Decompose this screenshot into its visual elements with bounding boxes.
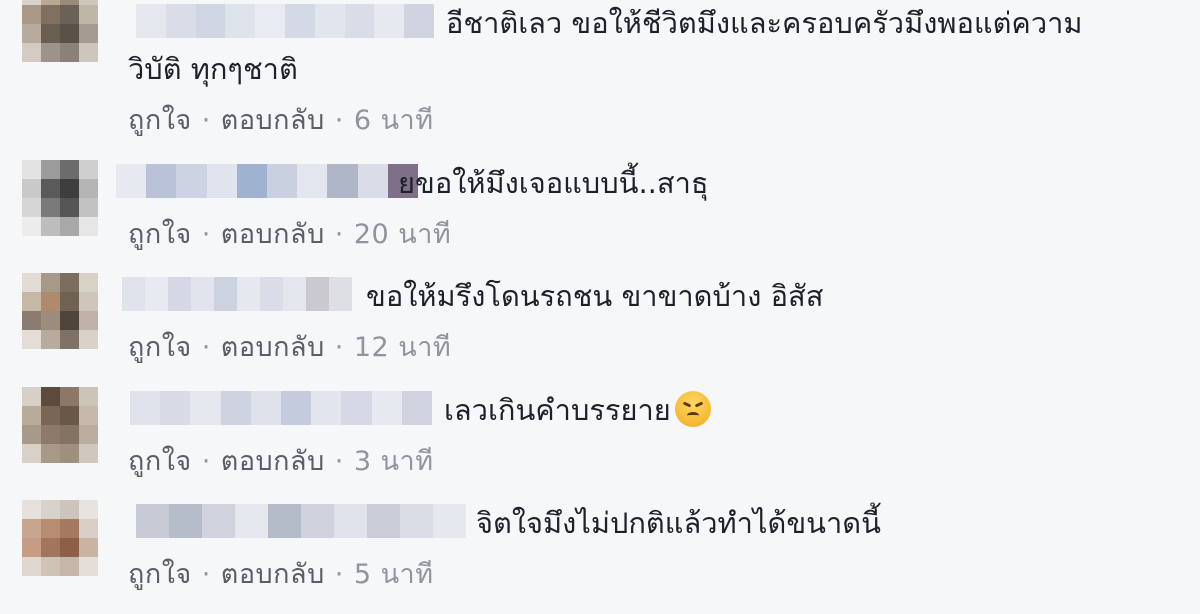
comment-actions: ถูกใจ · ตอบกลับ · 5 นาที [128,552,434,595]
reply-link[interactable]: ตอบกลับ [221,559,325,590]
comment-text-content: เลวเกินคำบรรยาย [444,393,671,427]
comment-text-content: จิตใจมึงไม่ปกติแล้วทำได้ขนาดนี้ [476,506,881,540]
separator-dot: · [201,105,211,136]
separator-dot: · [201,559,211,590]
timestamp-link[interactable]: 20 นาที [354,219,451,250]
comment-actions: ถูกใจ · ตอบกลับ · 3 นาที [128,439,434,482]
like-link[interactable]: ถูกใจ [128,219,192,250]
reply-link[interactable]: ตอบกลับ [221,219,325,250]
comment-item: ยขอให้มึงเจอแบบนี้..สาธุถูกใจ · ตอบกลับ · 20… [0,160,1200,274]
commenter-name-blurred[interactable] [136,504,466,538]
comment-actions: ถูกใจ · ตอบกลับ · 20 นาที [128,212,451,255]
comment-text-content: ขอให้มรึงโดนรถชน ขาขาดบ้าง อิสัส [366,279,824,313]
like-link[interactable]: ถูกใจ [128,446,192,477]
timestamp-link[interactable]: 6 นาที [354,105,434,136]
comment-text: ขอให้มรึงโดนรถชน ขาขาดบ้าง อิสัส [366,273,823,319]
comment-actions: ถูกใจ · ตอบกลับ · 12 นาที [128,325,451,368]
avatar[interactable] [22,387,98,463]
commenter-name-blurred[interactable] [122,277,352,311]
commenter-name-blurred[interactable] [130,391,432,425]
comment-actions: ถูกใจ · ตอบกลับ · 6 นาที [128,98,434,141]
avatar[interactable] [22,500,98,576]
like-link[interactable]: ถูกใจ [128,105,192,136]
comment-item: ขอให้มรึงโดนรถชน ขาขาดบ้าง อิสัสถูกใจ · ตอ… [0,273,1200,387]
like-link[interactable]: ถูกใจ [128,332,192,363]
comment-item: เลวเกินคำบรรยายถูกใจ · ตอบกลับ · 3 นาที [0,387,1200,501]
commenter-name-blurred[interactable] [116,164,418,198]
separator-dot: · [334,105,344,136]
comment-text: เลวเกินคำบรรยาย [444,387,711,433]
reply-link[interactable]: ตอบกลับ [221,332,325,363]
separator-dot: · [201,219,211,250]
separator-dot: · [334,559,344,590]
comment-text-content: ยขอให้มึงเจอแบบนี้..สาธุ [398,166,709,200]
separator-dot: · [201,446,211,477]
angry-face-icon [674,391,711,427]
separator-dot: · [201,332,211,363]
comment-text-content: อีชาติเลว ขอให้ชีวิตมึงและครอบครัวมึงพอแ… [128,6,1083,86]
comment-text: จิตใจมึงไม่ปกติแล้วทำได้ขนาดนี้ [476,500,881,546]
like-link[interactable]: ถูกใจ [128,559,192,590]
separator-dot: · [334,219,344,250]
avatar[interactable] [22,0,98,62]
avatar[interactable] [22,273,98,349]
comment-item: อีชาติเลว ขอให้ชีวิตมึงและครอบครัวมึงพอแ… [0,0,1200,136]
comment-text: ยขอให้มึงเจอแบบนี้..สาธุ [398,160,709,206]
comment-text: อีชาติเลว ขอให้ชีวิตมึงและครอบครัวมึงพอแ… [128,0,1128,92]
timestamp-link[interactable]: 5 นาที [354,559,434,590]
separator-dot: · [334,446,344,477]
timestamp-link[interactable]: 12 นาที [354,332,451,363]
reply-link[interactable]: ตอบกลับ [221,446,325,477]
avatar[interactable] [22,160,98,236]
comment-item: จิตใจมึงไม่ปกติแล้วทำได้ขนาดนี้ถูกใจ · ตอบ… [0,500,1200,614]
separator-dot: · [334,332,344,363]
timestamp-link[interactable]: 3 นาที [354,446,434,477]
reply-link[interactable]: ตอบกลับ [221,105,325,136]
